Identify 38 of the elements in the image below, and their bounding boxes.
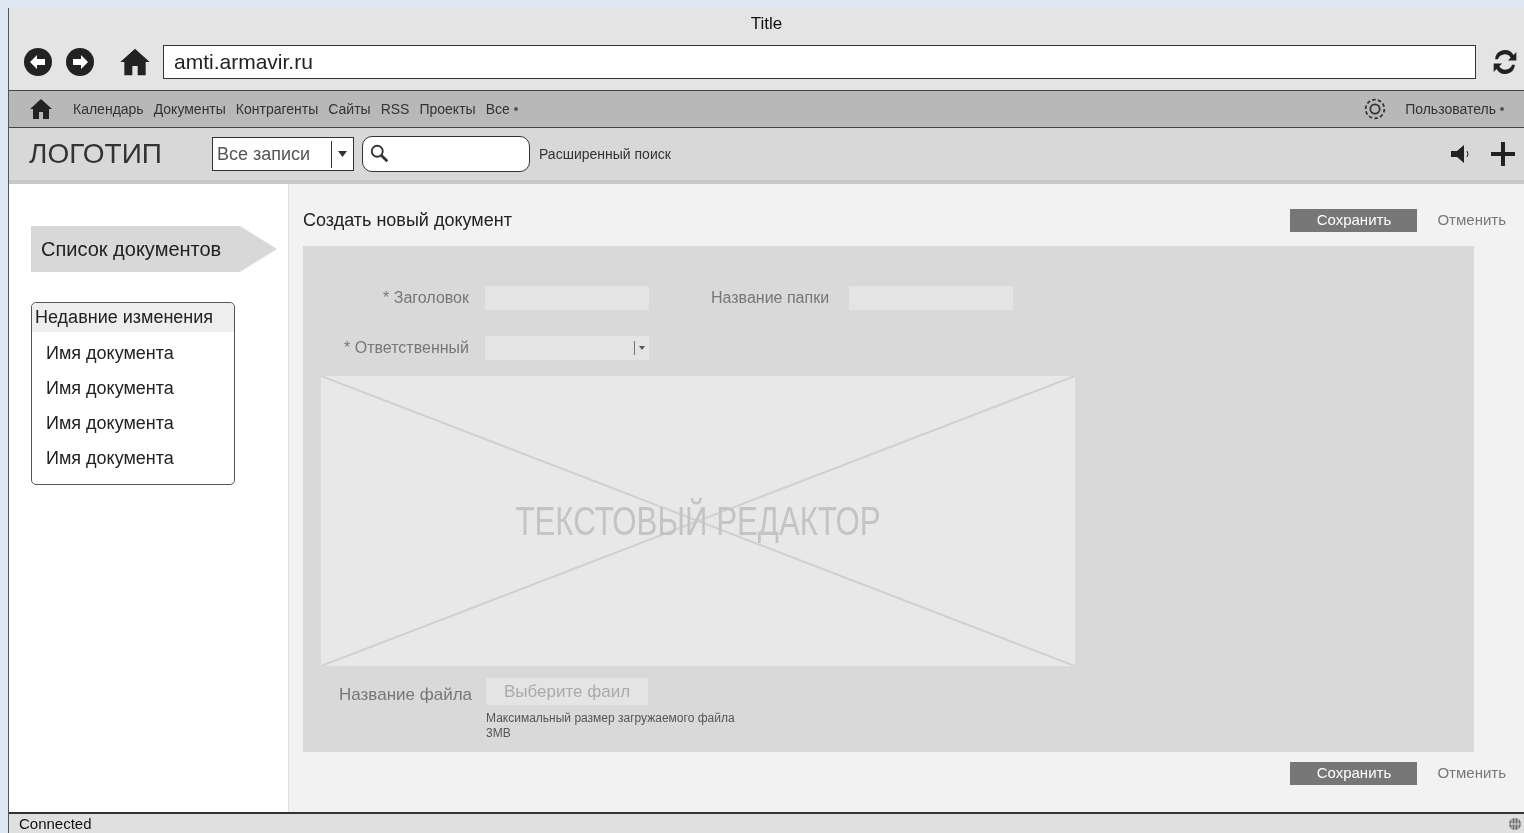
document-link[interactable]: Имя документа	[46, 375, 234, 402]
nav-link[interactable]: RSS	[380, 98, 410, 120]
search-field[interactable]	[362, 136, 530, 172]
forward-button[interactable]	[65, 47, 95, 77]
logo: ЛОГОТИП	[29, 137, 163, 171]
field-label: * Заголовок	[383, 288, 469, 308]
status-text: Connected	[19, 816, 92, 831]
user-menu[interactable]: Пользователь	[1405, 98, 1504, 120]
nav-link[interactable]: Документы	[153, 98, 226, 120]
section-tab[interactable]: Список документов	[31, 226, 277, 272]
select-field[interactable]	[485, 336, 649, 360]
panel-title: Недавние изменения	[32, 303, 234, 332]
search-icon	[369, 143, 391, 165]
field-label: Название папки	[711, 288, 830, 308]
advanced-search-link[interactable]: Расширенный поиск	[539, 143, 671, 165]
home-icon[interactable]	[119, 46, 151, 78]
window-title: Title	[750, 13, 783, 36]
nav-link[interactable]: Сайты	[328, 98, 371, 120]
filter-dropdown[interactable]: Все записи	[212, 137, 354, 171]
document-link[interactable]: Имя документа	[46, 410, 234, 437]
nav-link[interactable]: Календарь	[73, 98, 144, 120]
cancel-button[interactable]: Отменить	[1437, 761, 1506, 785]
nav-link[interactable]: Все	[485, 98, 518, 120]
field-label: * Ответственный	[344, 338, 469, 358]
nav-link[interactable]: Проекты	[419, 98, 476, 120]
save-button[interactable]: Сохранить	[1290, 761, 1418, 785]
document-link[interactable]: Имя документа	[46, 445, 234, 472]
plus-icon[interactable]	[1490, 141, 1516, 167]
file-size-hint: Максимальный размер загружаемого файла 3MB	[486, 711, 736, 741]
form-title: Создать новый документ	[303, 208, 512, 232]
nav-link[interactable]: Контрагенты	[235, 98, 319, 120]
back-button[interactable]	[23, 47, 53, 77]
field-label: Название файла	[339, 684, 472, 706]
cancel-button[interactable]: Отменить	[1437, 208, 1506, 232]
document-link[interactable]: Имя документа	[46, 340, 234, 367]
save-button[interactable]: Сохранить	[1290, 208, 1418, 232]
address-field[interactable]: amti.armavir.ru	[163, 45, 1476, 79]
home-icon[interactable]	[29, 97, 53, 121]
